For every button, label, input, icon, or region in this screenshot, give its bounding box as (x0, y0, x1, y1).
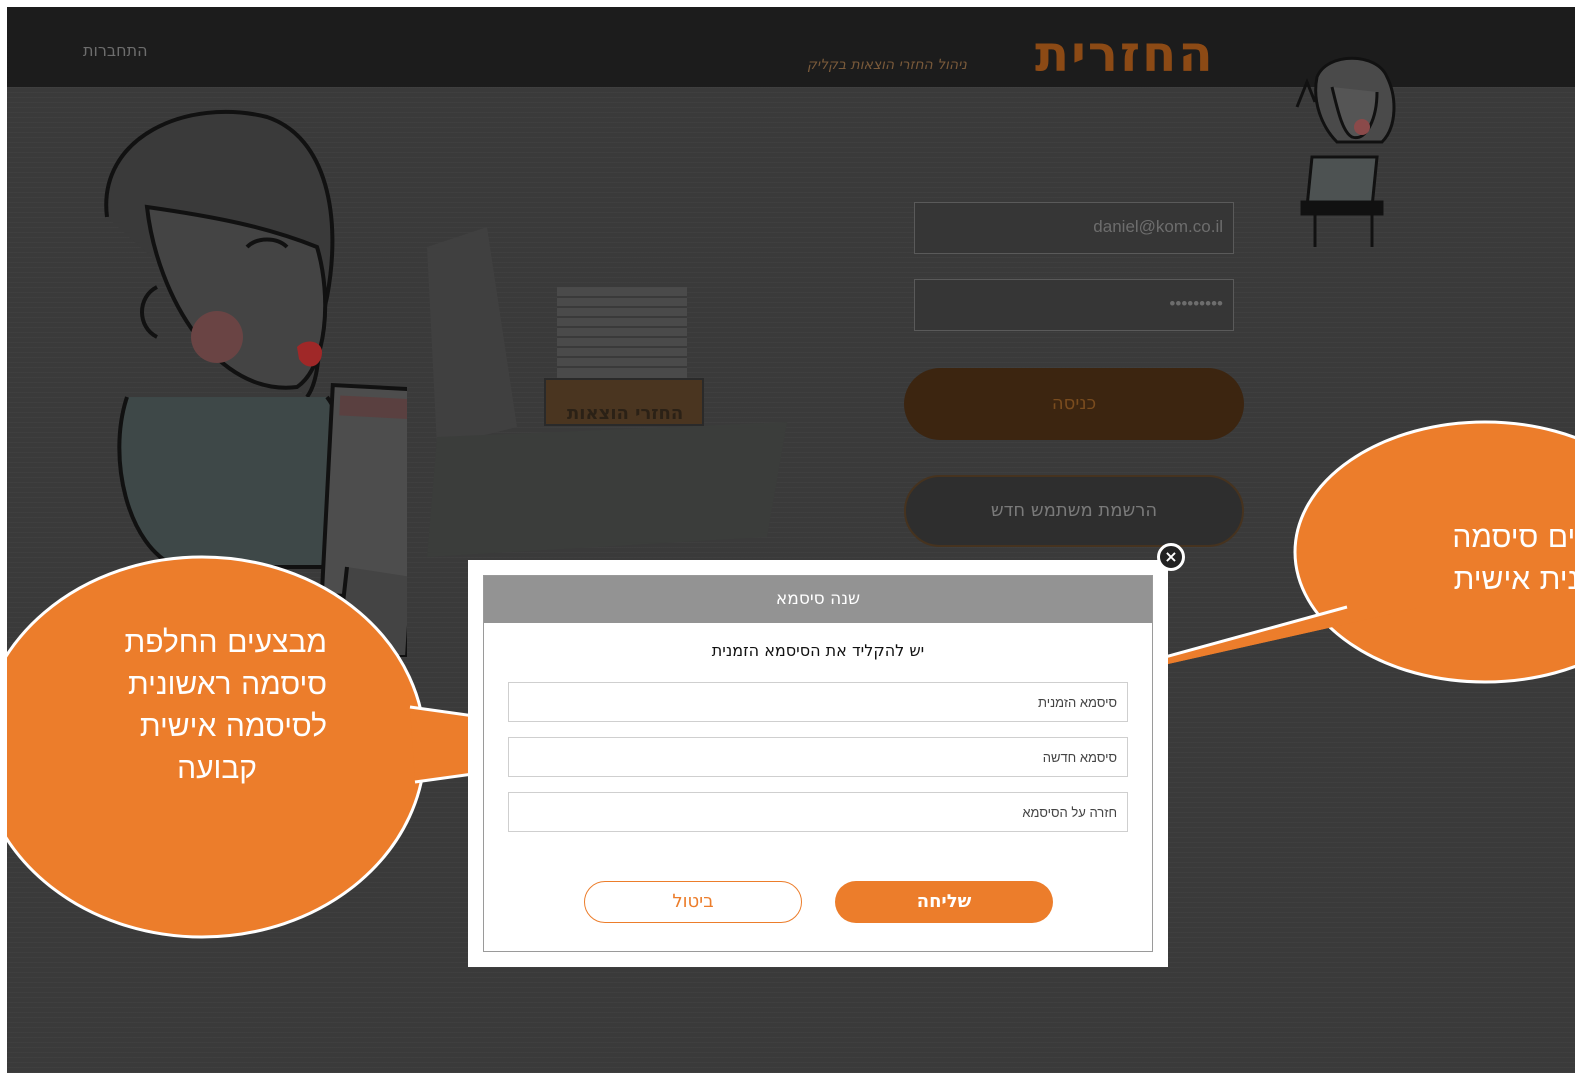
callout-right-text: נים סיסמה ונית אישית (1367, 517, 1575, 601)
temp-password-input[interactable] (508, 682, 1128, 722)
callout-right-line: נים סיסמה (1452, 520, 1575, 555)
app-frame: התחברות ניהול החזרי הוצאות בקליק החזרית (7, 7, 1575, 1073)
new-password-input[interactable] (508, 737, 1128, 777)
change-password-modal: שנה סיסמא יש להקליד את הסיסמא הזמנית שלי… (468, 560, 1168, 967)
callout-left-text: מבצעים החלפת סיסמה ראשונית לסיסמה אישית … (47, 622, 327, 790)
repeat-password-input[interactable] (508, 792, 1128, 832)
callout-left-line: מבצעים החלפת (124, 625, 327, 660)
modal-title: שנה סיסמא (484, 576, 1152, 623)
close-icon[interactable]: × (1157, 543, 1185, 571)
callout-left-line: לסיסמה אישית (139, 709, 327, 744)
callout-right-line: ונית אישית (1453, 562, 1575, 597)
modal-prompt: יש להקליד את הסיסמא הזמנית (711, 641, 925, 660)
callout-left-line: סיסמה ראשונית (128, 667, 327, 702)
callout-left-line: קבועה (177, 751, 257, 786)
modal-body: שנה סיסמא יש להקליד את הסיסמא הזמנית שלי… (483, 575, 1153, 952)
cancel-button[interactable]: ביטול (584, 881, 802, 923)
send-button[interactable]: שליחה (835, 881, 1053, 923)
